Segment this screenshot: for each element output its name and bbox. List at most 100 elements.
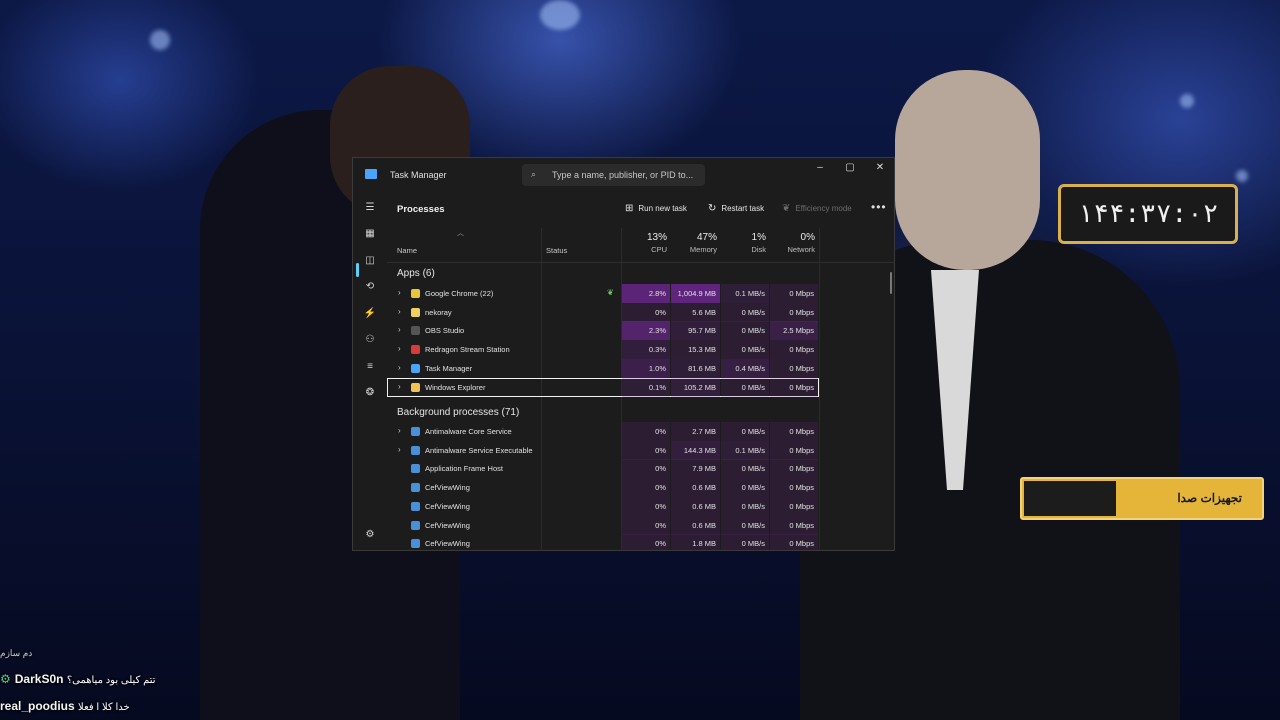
column-memory[interactable]: 47% Memory bbox=[671, 232, 717, 254]
performance-icon[interactable]: ◫ bbox=[362, 253, 378, 269]
disk-cell: 0 MB/s bbox=[721, 496, 769, 516]
disk-cell: 0 MB/s bbox=[721, 478, 769, 498]
column-name[interactable]: Name bbox=[397, 246, 417, 255]
network-cell: 0 Mbps bbox=[770, 459, 818, 479]
chevron-right-icon[interactable]: › bbox=[398, 325, 401, 334]
cpu-cell: 2.8% bbox=[622, 284, 670, 303]
restart-icon: ↻ bbox=[708, 203, 717, 214]
nekoray-icon bbox=[411, 307, 420, 317]
cpu-cell: 0% bbox=[622, 440, 670, 460]
process-icon bbox=[411, 427, 420, 436]
services-icon[interactable]: ❂ bbox=[362, 385, 378, 401]
search-input[interactable]: ⌕ Type a name, publisher, or PID to... bbox=[522, 164, 705, 186]
network-cell: 2.5 Mbps bbox=[770, 321, 818, 341]
title-bar: Task Manager ⌕ Type a name, publisher, o… bbox=[353, 158, 894, 192]
disk-cell: 0.4 MB/s bbox=[721, 358, 769, 378]
settings-icon[interactable]: ⚙ bbox=[362, 527, 378, 543]
process-name: Redragon Stream Station bbox=[425, 345, 510, 355]
network-cell: 0 Mbps bbox=[770, 478, 818, 498]
sort-caret-icon[interactable]: ︿ bbox=[457, 228, 464, 238]
users-icon[interactable]: ⚇ bbox=[362, 332, 378, 348]
network-cell: 0 Mbps bbox=[770, 302, 818, 322]
chat-text: تتم کیلی بود میاهمی؟ bbox=[66, 675, 156, 686]
chevron-right-icon[interactable]: › bbox=[398, 288, 401, 297]
process-row[interactable]: › OBS Studio 2.3% 95.7 MB 0 MB/s 2.5 Mbps bbox=[387, 321, 819, 341]
task-manager-icon bbox=[411, 363, 420, 373]
stage-light bbox=[150, 30, 170, 50]
process-icon bbox=[411, 464, 420, 474]
processes-panel: Processes ⊞ Run new task ↻ Restart task ❦ E… bbox=[387, 192, 894, 550]
chevron-right-icon[interactable]: › bbox=[398, 363, 401, 372]
process-name: CefViewWing bbox=[425, 501, 470, 511]
chat-text: خدا کلا ا فعلا bbox=[78, 702, 130, 713]
disk-cell: 0 MB/s bbox=[721, 459, 769, 479]
processes-icon[interactable]: ▦ bbox=[362, 226, 378, 242]
process-row[interactable]: › Task Manager 1.0% 81.6 MB 0.4 MB/s 0 Mbps bbox=[387, 358, 819, 378]
details-icon[interactable]: ≡ bbox=[362, 359, 378, 375]
minimize-button[interactable]: – bbox=[809, 162, 831, 176]
memory-cell: 144.3 MB bbox=[671, 440, 720, 460]
network-cell: 0 Mbps bbox=[770, 358, 818, 378]
memory-cell: 1,004.9 MB bbox=[671, 284, 720, 303]
process-name: OBS Studio bbox=[425, 326, 465, 336]
cpu-cell: 0% bbox=[622, 302, 670, 322]
maximize-button[interactable]: ▢ bbox=[839, 162, 861, 176]
startup-apps-icon[interactable]: ⚡ bbox=[362, 306, 378, 322]
disk-cell: 0.1 MB/s bbox=[721, 284, 769, 303]
memory-cell: 95.7 MB bbox=[671, 321, 720, 341]
process-row[interactable]: › Redragon Stream Station 0.3% 15.3 MB 0 MB/… bbox=[387, 340, 819, 360]
search-placeholder: Type a name, publisher, or PID to... bbox=[552, 170, 694, 180]
task-manager-icon bbox=[365, 169, 377, 179]
chevron-right-icon[interactable]: › bbox=[398, 382, 401, 391]
chat-username: DarkS0n bbox=[14, 672, 64, 686]
process-row[interactable]: Application Frame Host 0% 7.9 MB 0 MB/s 0 Mb… bbox=[387, 459, 819, 479]
app-history-icon[interactable]: ⟲ bbox=[362, 279, 378, 295]
window-title: Task Manager bbox=[390, 170, 447, 180]
sidebar-nav: ☰ ▦ ◫ ⟲ ⚡ ⚇ ≡ ❂ ⚙ bbox=[353, 192, 387, 550]
page-title: Processes bbox=[397, 204, 445, 215]
process-row[interactable]: › Google Chrome (22) ❦ 2.8% 1,004.9 MB 0.1 MB… bbox=[387, 284, 819, 303]
process-row[interactable]: › Antimalware Service Executable 0% 144.3 M… bbox=[387, 440, 819, 460]
scrollbar-thumb[interactable] bbox=[890, 272, 892, 294]
process-name: CefViewWing bbox=[425, 539, 470, 549]
memory-cell: 1.8 MB bbox=[671, 534, 720, 550]
chevron-right-icon[interactable]: › bbox=[398, 344, 401, 353]
close-button[interactable]: ✕ bbox=[869, 162, 891, 176]
cpu-cell: 0% bbox=[622, 422, 670, 441]
memory-cell: 0.6 MB bbox=[671, 496, 720, 516]
network-cell: 0 Mbps bbox=[770, 377, 818, 397]
process-row[interactable]: CefViewWing 0% 0.6 MB 0 MB/s 0 Mbps bbox=[387, 515, 819, 535]
process-row[interactable]: › nekoray 0% 5.6 MB 0 MB/s 0 Mbps bbox=[387, 302, 819, 322]
process-row[interactable]: › Antimalware Core Service 0% 2.7 MB 0 MB/s 0… bbox=[387, 422, 819, 441]
network-cell: 0 Mbps bbox=[770, 534, 818, 550]
chat-message: real_poodius خدا کلا ا فعلا bbox=[0, 699, 130, 713]
redragon-icon bbox=[411, 345, 420, 355]
chevron-right-icon[interactable]: › bbox=[398, 445, 401, 454]
process-name: Windows Explorer bbox=[425, 382, 486, 392]
chevron-right-icon[interactable]: › bbox=[398, 426, 401, 435]
column-network[interactable]: 0% Network bbox=[770, 232, 815, 254]
column-status[interactable]: Status bbox=[546, 246, 567, 255]
process-name: nekoray bbox=[425, 307, 452, 317]
network-cell: 0 Mbps bbox=[770, 440, 818, 460]
process-row[interactable]: CefViewWing 0% 1.8 MB 0 MB/s 0 Mbps bbox=[387, 534, 819, 550]
memory-cell: 81.6 MB bbox=[671, 358, 720, 378]
more-options-button[interactable]: ••• bbox=[871, 200, 887, 214]
search-icon: ⌕ bbox=[531, 169, 537, 179]
stage-light bbox=[1236, 170, 1248, 182]
efficiency-mode-button[interactable]: ❦ Efficiency mode bbox=[782, 203, 852, 215]
restart-task-button[interactable]: ↻ Restart task bbox=[708, 203, 764, 215]
run-task-icon: ⊞ bbox=[625, 203, 634, 214]
process-row[interactable]: CefViewWing 0% 0.6 MB 0 MB/s 0 Mbps bbox=[387, 496, 819, 516]
process-row[interactable]: CefViewWing 0% 0.6 MB 0 MB/s 0 Mbps bbox=[387, 478, 819, 498]
run-new-task-button[interactable]: ⊞ Run new task bbox=[625, 203, 687, 215]
process-icon bbox=[411, 520, 420, 530]
cpu-cell: 0% bbox=[622, 478, 670, 498]
process-row[interactable]: › Windows Explorer 0.1% 105.2 MB 0 MB/s 0 Mbp… bbox=[387, 377, 819, 397]
column-disk[interactable]: 1% Disk bbox=[721, 232, 766, 254]
chevron-right-icon[interactable]: › bbox=[398, 307, 401, 316]
process-name: Task Manager bbox=[425, 363, 473, 373]
apps-section-header: Apps (6) bbox=[397, 268, 435, 279]
hamburger-menu-icon[interactable]: ☰ bbox=[362, 200, 378, 216]
column-cpu[interactable]: 13% CPU bbox=[622, 232, 667, 254]
